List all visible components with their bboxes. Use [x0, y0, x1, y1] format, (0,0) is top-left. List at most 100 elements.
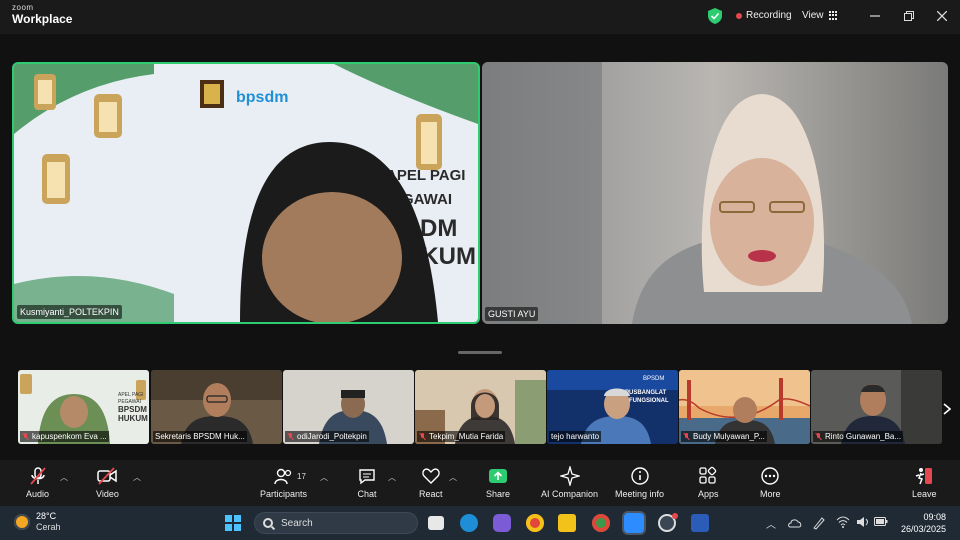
participants-icon — [273, 468, 291, 485]
thumbnail-label: Tekpim_Mutia Farida — [417, 431, 506, 442]
recording-indicator[interactable]: Recording — [736, 10, 792, 21]
thumbnail-label: Budy Mulyawan_P... — [681, 431, 767, 442]
wifi-icon[interactable] — [836, 516, 850, 528]
video-tile-gusti-ayu[interactable]: GUSTI AYU — [482, 62, 948, 324]
lantern-icon — [34, 74, 56, 110]
system-clock[interactable]: 09:08 26/03/2025 — [901, 511, 946, 535]
windows-taskbar: 28°C Cerah Search ︿ 09:08 26/03/2025 — [0, 506, 960, 540]
participants-count: 17 — [297, 472, 306, 481]
record-dot-icon — [736, 12, 742, 19]
edge-icon[interactable] — [460, 514, 478, 532]
thumbnail-tile[interactable]: BPSDM PUSBANGLAT FUNGSIONAL tejo harwant… — [547, 370, 678, 444]
meeting-info-button[interactable]: Meeting info — [615, 466, 664, 499]
face — [262, 192, 402, 322]
participants-options-caret[interactable]: ︿ — [320, 472, 328, 483]
video-feed-kusmiyanti: bpsdm APEL PAGI EGAWAI SDM UKUM — [14, 64, 478, 322]
svg-text:APEL PAGI: APEL PAGI — [118, 392, 144, 398]
thumbnail-tile[interactable]: Budy Mulyawan_P... — [679, 370, 810, 444]
sparkle-icon — [559, 466, 580, 486]
minimize-icon — [870, 15, 880, 17]
file-explorer-icon[interactable] — [558, 514, 576, 532]
video-button[interactable]: Video — [96, 466, 119, 499]
participant-name: GUSTI AYU — [485, 307, 539, 321]
chrome-icon[interactable] — [526, 514, 544, 532]
thumbnail-label: odiJarodi_Poltekpin — [285, 431, 369, 442]
heart-icon — [422, 468, 440, 484]
video-label: Video — [96, 489, 119, 499]
ai-companion-button[interactable]: AI Companion — [541, 466, 598, 499]
audio-options-caret[interactable]: ︿ — [60, 472, 68, 483]
svg-text:HUKUM: HUKUM — [118, 414, 148, 423]
thumbnail-tile[interactable]: Rinto Gunawan_Ba... — [811, 370, 942, 444]
thumbnail-tile[interactable]: Sekretaris BPSDM Huk... — [151, 370, 282, 444]
share-button[interactable]: Share — [486, 466, 510, 499]
audio-button[interactable]: Audio — [26, 466, 49, 499]
svg-text:BPSDM: BPSDM — [118, 405, 147, 414]
leave-label: Leave — [912, 489, 937, 499]
pen-icon[interactable] — [812, 516, 826, 530]
react-button[interactable]: React — [419, 466, 443, 499]
thumbnail-label: Rinto Gunawan_Ba... — [813, 431, 904, 442]
shield-icon[interactable] — [708, 8, 722, 24]
video-tile-kusmiyanti[interactable]: bpsdm APEL PAGI EGAWAI SDM UKUM Kusmiyan… — [12, 62, 480, 324]
grid-view-icon — [828, 10, 839, 21]
thumbnail-strip: APEL PAGI PEGAWAI BPSDM HUKUM kapuspenko… — [18, 370, 942, 444]
thumbnail-tile[interactable]: Tekpim_Mutia Farida — [415, 370, 546, 444]
weather-widget[interactable]: 28°C Cerah — [14, 511, 61, 533]
thumbnail-label: kapuspenkom Eva ... — [20, 431, 109, 442]
apps-label: Apps — [698, 489, 719, 499]
more-button[interactable]: More — [760, 466, 781, 499]
react-options-caret[interactable]: ︿ — [449, 472, 457, 483]
view-label: View — [802, 10, 824, 21]
onedrive-icon[interactable] — [788, 517, 802, 529]
info-icon — [630, 467, 649, 485]
word-icon[interactable] — [691, 514, 709, 532]
chrome-profile-icon[interactable] — [592, 514, 610, 532]
chevron-right-icon — [943, 403, 951, 415]
windows-start-icon[interactable] — [225, 515, 241, 531]
chat-options-caret[interactable]: ︿ — [388, 472, 396, 483]
share-label: Share — [486, 489, 511, 499]
next-page-button[interactable] — [940, 399, 954, 419]
lantern-icon — [94, 94, 122, 138]
chat-label: Chat — [357, 489, 377, 499]
more-icon — [761, 467, 779, 485]
apps-icon — [699, 466, 717, 484]
view-button[interactable]: View — [802, 10, 839, 21]
task-view-icon[interactable] — [428, 516, 444, 530]
share-screen-icon — [489, 469, 508, 483]
leave-button[interactable]: Leave — [912, 466, 937, 499]
brand-large: Workplace — [12, 12, 73, 26]
apps-button[interactable]: Apps — [698, 466, 719, 499]
video-feed-gusti-ayu — [482, 62, 948, 324]
restore-icon — [904, 11, 914, 21]
thumbnail-tile[interactable]: APEL PAGI PEGAWAI BPSDM HUKUM kapuspenko… — [18, 370, 149, 444]
svg-text:PUSBANGLAT: PUSBANGLAT — [625, 390, 667, 396]
participants-button[interactable]: Participants — [260, 466, 307, 499]
gallery-resize-handle[interactable] — [458, 351, 502, 354]
restore-button[interactable] — [900, 8, 918, 24]
zoom-app-icon[interactable] — [622, 511, 646, 535]
taskbar-search[interactable]: Search — [254, 512, 418, 534]
audio-label: Audio — [26, 489, 50, 499]
minimize-button[interactable] — [866, 8, 884, 24]
ai-companion-label: AI Companion — [541, 489, 599, 499]
battery-icon[interactable] — [874, 517, 888, 527]
weather-condition: Cerah — [36, 522, 61, 532]
meeting-info-label: Meeting info — [615, 489, 665, 499]
thumbnail-tile[interactable]: odiJarodi_Poltekpin — [283, 370, 414, 444]
participants-label: Participants — [260, 489, 308, 499]
close-button[interactable] — [933, 8, 951, 24]
gallery-stage: bpsdm APEL PAGI EGAWAI SDM UKUM Kusmiyan… — [0, 34, 960, 460]
chat-button[interactable]: Chat — [357, 466, 377, 499]
tray-overflow-chevron-icon[interactable]: ︿ — [766, 516, 776, 531]
clock-time: 09:08 — [923, 512, 946, 522]
video-options-caret[interactable]: ︿ — [133, 472, 141, 483]
thumbnail-label: tejo harwanto — [549, 431, 602, 442]
temperature: 28°C — [36, 511, 57, 521]
mic-muted-icon — [29, 467, 46, 485]
volume-icon[interactable] — [856, 516, 870, 528]
zoom-logo: zoom Workplace — [12, 4, 73, 26]
copilot-icon[interactable] — [493, 514, 511, 532]
meeting-toolbar: Audio ︿ Video ︿ Participants ︿ Chat ︿ Re… — [0, 460, 960, 506]
